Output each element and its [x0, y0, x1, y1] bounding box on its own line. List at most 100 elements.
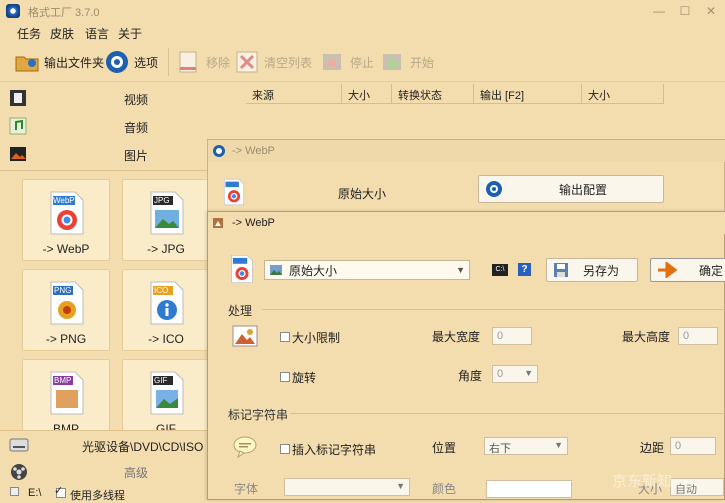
clear-list-button[interactable]: 清空列表	[234, 48, 312, 76]
remove-icon	[179, 51, 197, 73]
site-watermark: 京东新知	[612, 473, 673, 490]
options-icon	[213, 145, 225, 157]
max-height-input[interactable]: 0	[678, 327, 718, 345]
speech-bubble-icon	[233, 436, 257, 459]
menu-skin[interactable]: 皮肤	[50, 25, 74, 42]
rotate-checkbox[interactable]	[280, 372, 290, 382]
dialog-title: -> WebP	[232, 217, 275, 229]
dialog-back-header: -> WebP	[208, 140, 725, 162]
png-badge: PNG	[54, 286, 72, 295]
preset-label: 原始大小	[338, 187, 387, 201]
position-select[interactable]: 右下 ▼	[484, 437, 568, 455]
tile-label: GIF	[156, 422, 176, 430]
cmd-icon[interactable]: C:\	[492, 264, 508, 276]
tile-label: -> JPG	[147, 242, 185, 256]
color-picker[interactable]	[486, 480, 572, 498]
optical-label: 光驱设备\DVD\CD\ISO	[82, 440, 204, 454]
start-button[interactable]: 开始	[380, 48, 434, 76]
chevron-down-icon: ▼	[396, 481, 405, 491]
film-icon	[10, 90, 26, 106]
col-status[interactable]: 转换状态	[392, 84, 474, 104]
menu-task[interactable]: 任务	[17, 25, 41, 42]
remove-button[interactable]: 移除	[176, 48, 230, 76]
col-size[interactable]: 大小	[342, 84, 392, 104]
section-divider	[262, 309, 725, 310]
preset-select[interactable]: 原始大小 ▼	[264, 260, 470, 280]
insert-watermark-checkbox[interactable]	[280, 444, 290, 454]
toolbar: 输出文件夹 选项 移除 清空列表 停止 开始	[0, 42, 725, 82]
start-icon	[383, 54, 401, 70]
checkmark-icon: ✓	[54, 485, 64, 497]
size-limit-checkbox[interactable]	[280, 332, 290, 342]
margin-label: 边距	[640, 441, 665, 455]
help-icon[interactable]: ?	[518, 263, 531, 276]
jpg-badge: JPG	[154, 196, 170, 205]
tile-webp[interactable]: WebP -> WebP	[22, 179, 110, 261]
ico-badge: ICO	[154, 286, 169, 295]
tile-gif[interactable]: GIF GIF	[122, 359, 210, 430]
chevron-down-icon: ▼	[456, 265, 465, 275]
output-folder-button[interactable]: 输出文件夹	[14, 48, 104, 76]
close-button[interactable]: ✕	[704, 4, 718, 18]
section-divider	[290, 413, 725, 414]
rotate-label: 旋转	[292, 371, 317, 385]
edit-image-icon	[232, 325, 258, 347]
music-icon	[9, 117, 27, 135]
font-select[interactable]: ▼	[284, 478, 410, 496]
drive-label: E:\	[28, 487, 42, 499]
settings-icon	[213, 218, 223, 228]
max-width-input[interactable]: 0	[492, 327, 532, 345]
dialog-header: -> WebP	[208, 212, 725, 234]
margin-input[interactable]: 0	[670, 437, 716, 455]
tile-bmp[interactable]: BMP BMP	[22, 359, 110, 430]
webp-badge: WebP	[53, 196, 75, 205]
webp-file-icon	[231, 254, 253, 284]
dialog-back-title: -> WebP	[232, 145, 275, 157]
drive-icon	[9, 438, 29, 452]
ok-button[interactable]: 确定	[650, 258, 725, 282]
position-label: 位置	[432, 441, 457, 455]
bmp-badge: BMP	[54, 376, 72, 385]
menu-about[interactable]: 关于	[118, 25, 142, 42]
tile-ico[interactable]: ICO -> ICO	[122, 269, 210, 351]
col-source[interactable]: 来源	[246, 84, 342, 104]
section-watermark-title: 标记字符串	[228, 408, 289, 422]
menu-bar: 任务 皮肤 语言 关于	[0, 22, 725, 42]
max-height-label: 最大高度	[622, 330, 671, 344]
tile-png[interactable]: PNG -> PNG	[22, 269, 110, 351]
chevron-down-icon: ▼	[524, 368, 533, 378]
category-video[interactable]: 视频	[0, 84, 245, 112]
maximize-button[interactable]: ☐	[678, 4, 692, 18]
minimize-button[interactable]: —	[652, 4, 666, 18]
floppy-icon	[554, 263, 568, 277]
tile-label: -> PNG	[45, 332, 87, 346]
angle-label: 角度	[458, 369, 483, 383]
advanced-label: 高级	[124, 466, 149, 480]
webp-settings-dialog: -> WebP 原始大小 ▼ C:\ ? 另存为 确定 处理 大小限制 最大宽度…	[207, 211, 725, 500]
options-icon	[106, 51, 128, 73]
drive-status-icon	[10, 487, 19, 496]
save-as-button[interactable]: 另存为	[546, 258, 638, 282]
tile-label: -> WebP	[42, 242, 90, 256]
toolbar-separator	[168, 48, 169, 76]
output-config-button[interactable]: 输出配置	[478, 175, 664, 203]
menu-language[interactable]: 语言	[85, 25, 109, 42]
angle-select[interactable]: 0 ▼	[492, 365, 538, 383]
window-title: 格式工厂 3.7.0	[28, 7, 100, 19]
font-size-select[interactable]: 自动	[670, 478, 724, 496]
stop-button[interactable]: 停止	[320, 48, 374, 76]
col-output[interactable]: 输出 [F2]	[474, 84, 582, 104]
category-audio[interactable]: 音频	[0, 112, 245, 140]
options-icon	[486, 181, 502, 197]
tile-label: -> ICO	[148, 332, 184, 346]
webp-file-icon	[223, 178, 245, 206]
section-process-title: 处理	[228, 304, 253, 318]
col-out-size[interactable]: 大小	[582, 84, 664, 104]
tile-jpg[interactable]: JPG -> JPG	[122, 179, 210, 261]
max-width-label: 最大宽度	[432, 330, 481, 344]
chevron-down-icon: ▼	[554, 440, 563, 450]
app-icon	[6, 4, 20, 18]
color-label: 颜色	[432, 482, 457, 496]
options-button[interactable]: 选项	[104, 48, 158, 76]
font-label: 字体	[234, 482, 259, 496]
